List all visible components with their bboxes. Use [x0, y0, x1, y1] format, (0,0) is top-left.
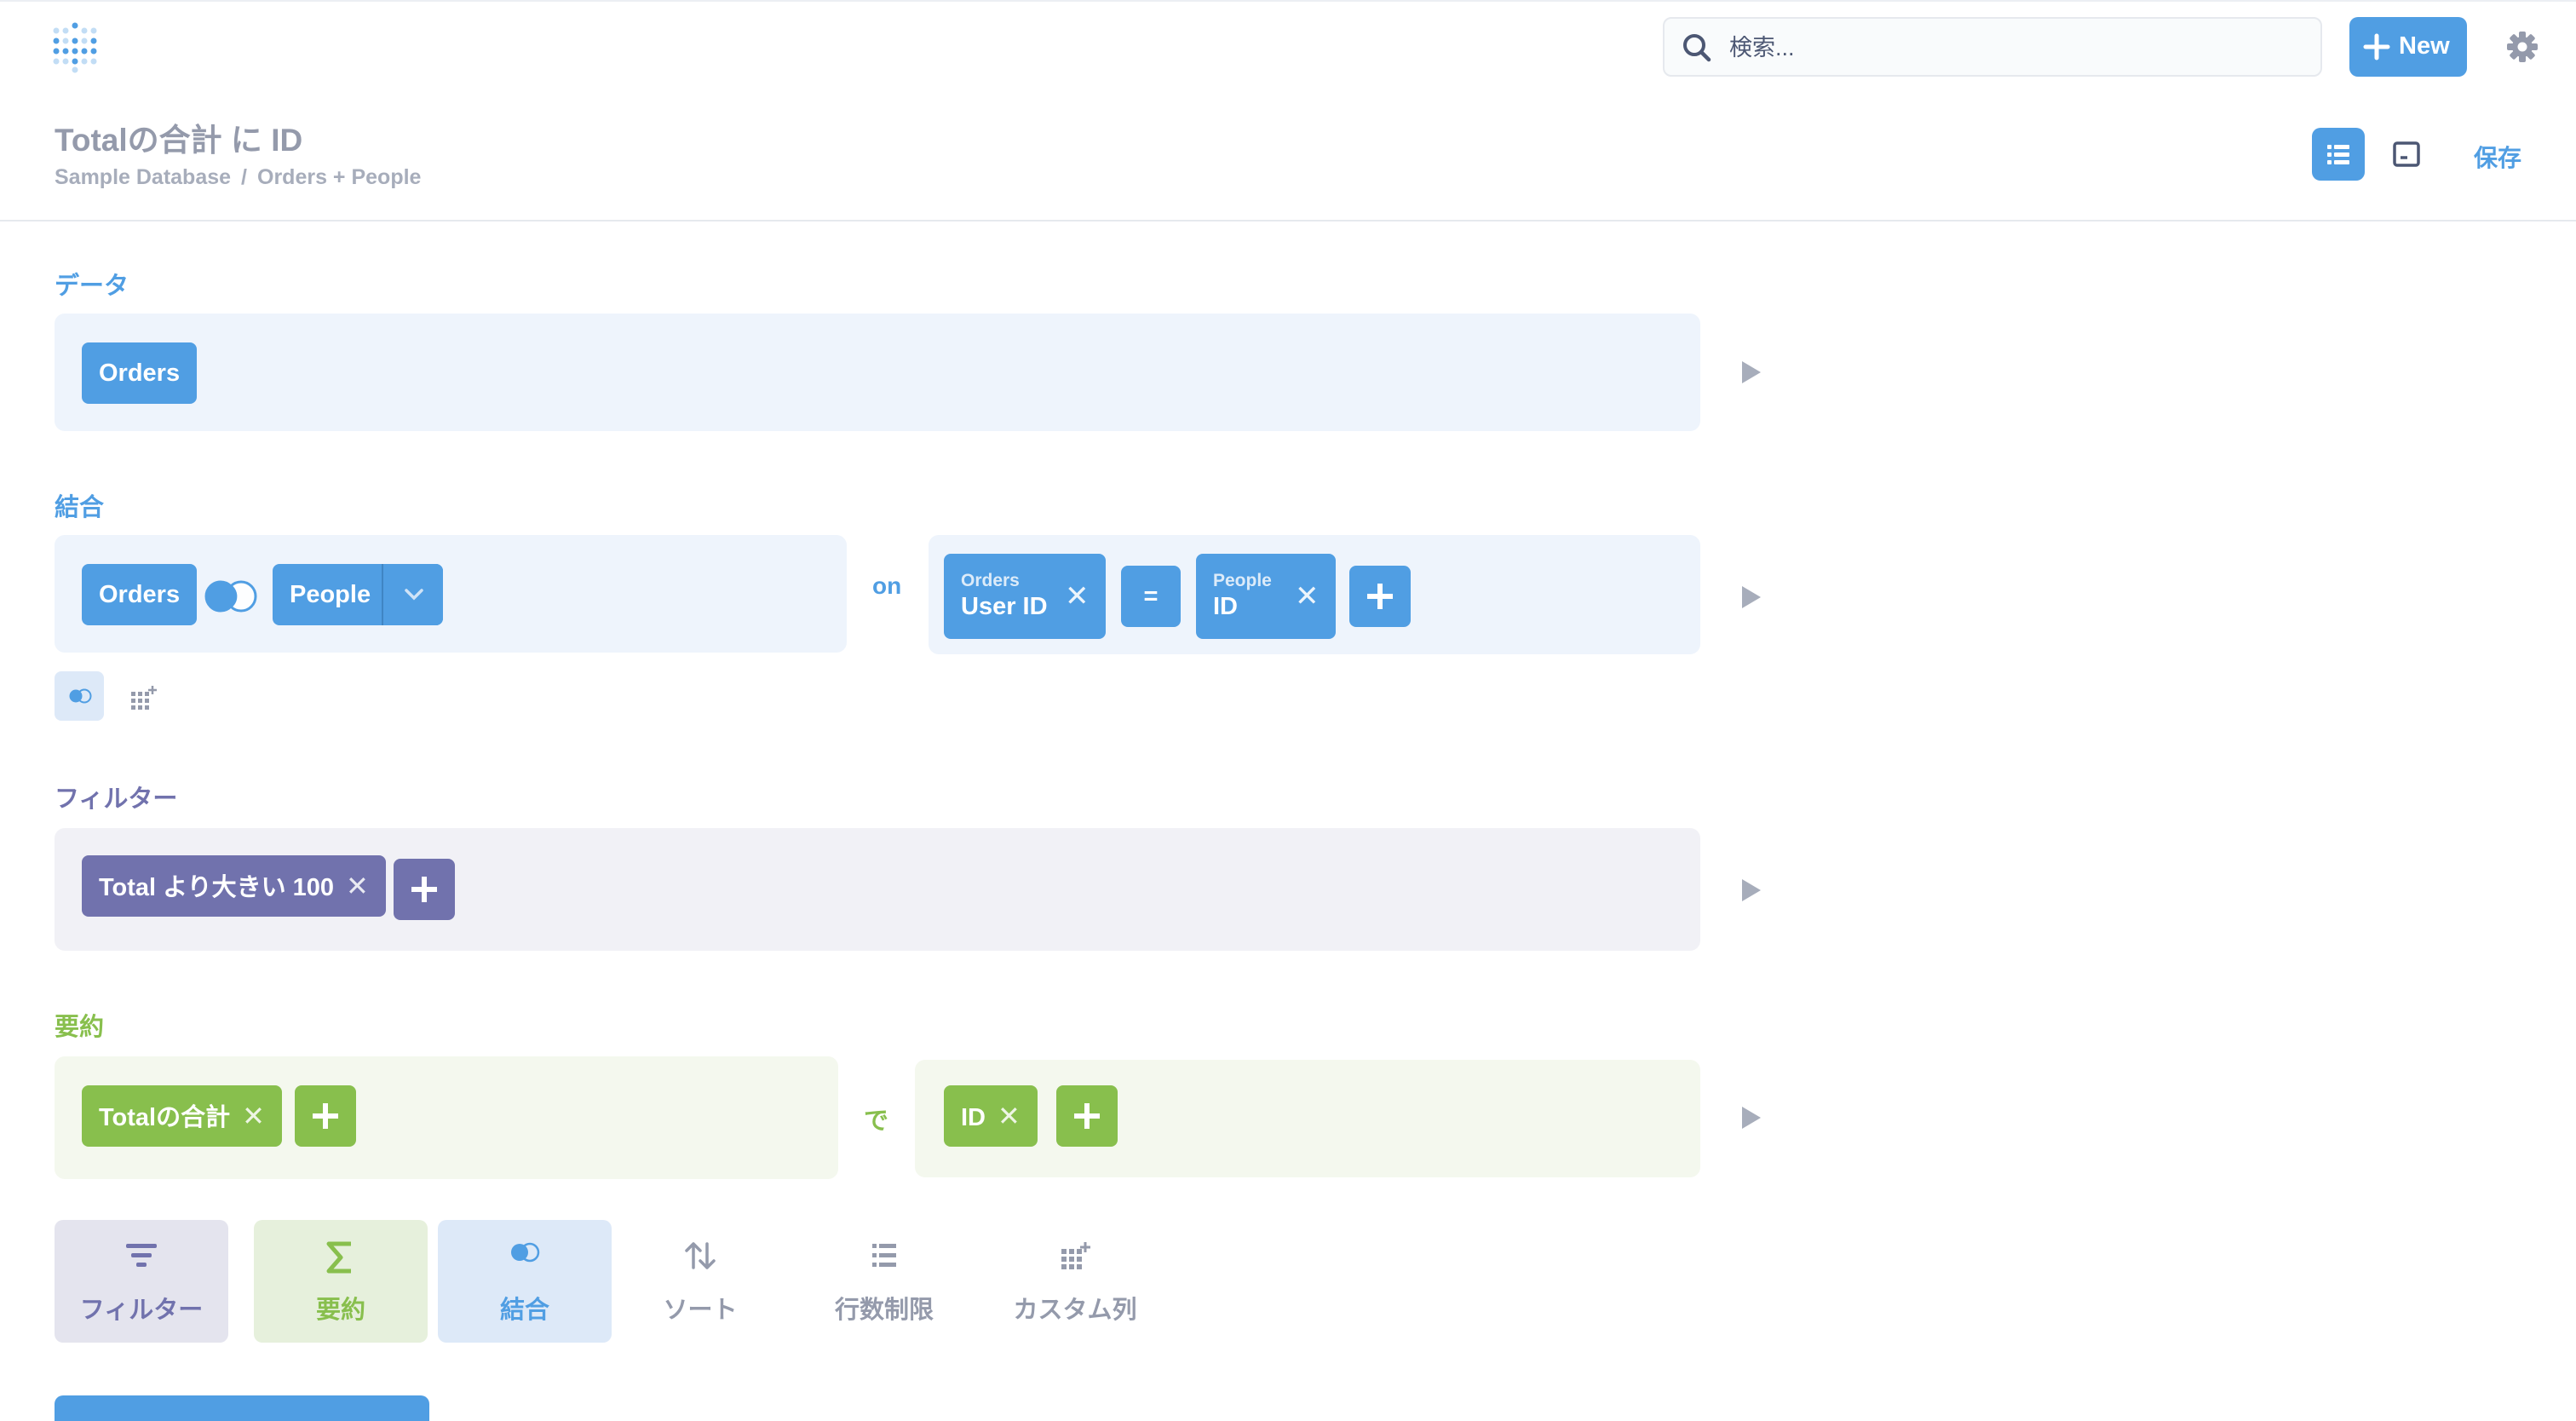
action-custom-column-button[interactable]: カスタム列 — [988, 1220, 1162, 1343]
search-icon — [1683, 34, 1711, 62]
breadcrumb-separator: / — [241, 165, 247, 189]
add-filter-button[interactable] — [394, 859, 455, 920]
action-sort-label: ソート — [663, 1297, 738, 1324]
close-icon[interactable]: ✕ — [1065, 579, 1090, 613]
filter-step-panel: Total より大きい 100 ✕ — [55, 828, 1700, 951]
top-navigation-bar: New — [0, 0, 2576, 90]
chevron-down-icon — [405, 589, 423, 601]
join-condition-panel: Orders User ID ✕ = People ID ✕ — [929, 535, 1700, 654]
plus-icon — [411, 877, 437, 902]
close-icon[interactable]: ✕ — [242, 1085, 265, 1147]
join-icon — [511, 1242, 540, 1263]
filter-pill-label: Total より大きい 100 — [99, 874, 335, 901]
summarize-metrics-panel: Totalの合計 ✕ — [55, 1056, 838, 1179]
join-operator-button[interactable]: = — [1121, 566, 1181, 627]
breadcrumb-table[interactable]: Orders + People — [257, 165, 421, 189]
summarize-breakout-panel: ID ✕ — [915, 1060, 1700, 1177]
close-icon[interactable]: ✕ — [346, 855, 369, 917]
plus-icon — [2363, 33, 2390, 60]
join-right-column-pill[interactable]: People ID ✕ — [1196, 554, 1336, 639]
preview-arrow-icon[interactable] — [1739, 1105, 1763, 1130]
plus-icon — [313, 1103, 338, 1129]
data-section-label: データ — [55, 273, 129, 300]
visualize-button[interactable] — [55, 1395, 429, 1421]
join-left-table-pill[interactable]: Orders — [82, 564, 198, 625]
summarize-section-label: 要約 — [55, 1014, 105, 1041]
close-icon[interactable]: ✕ — [998, 1085, 1021, 1147]
notebook-view-button[interactable] — [2312, 128, 2365, 181]
plus-icon — [1074, 1103, 1100, 1129]
add-breakout-button[interactable] — [1056, 1085, 1118, 1147]
action-custom-column-label: カスタム列 — [1013, 1297, 1137, 1324]
filter-section-label: フィルター — [55, 785, 178, 813]
metric-pill[interactable]: Totalの合計 ✕ — [82, 1085, 282, 1147]
add-metric-button[interactable] — [295, 1085, 356, 1147]
join-right-column-table: People — [1213, 571, 1272, 590]
metric-pill-label: Totalの合計 — [99, 1104, 231, 1131]
action-join-label: 結合 — [499, 1297, 549, 1324]
breakout-pill-label: ID — [961, 1104, 986, 1131]
action-limit-button[interactable]: 行数制限 — [797, 1220, 971, 1343]
filter-pill[interactable]: Total より大きい 100 ✕ — [82, 855, 386, 917]
plus-icon — [1367, 584, 1393, 609]
join-right-table-label: People — [290, 581, 371, 608]
join-section-label: 結合 — [55, 494, 105, 521]
join-left-column-table: Orders — [961, 571, 1020, 590]
custom-column-icon[interactable] — [129, 685, 158, 710]
join-right-column-name: ID — [1213, 593, 1238, 620]
action-join-button[interactable]: 結合 — [438, 1220, 612, 1343]
join-type-icon[interactable] — [203, 579, 259, 613]
question-header: Totalの合計 に ID Sample Database / Orders + P… — [0, 90, 2576, 221]
action-summarize-button[interactable]: 要約 — [254, 1220, 428, 1343]
action-filter-label: フィルター — [79, 1297, 204, 1324]
search-bar[interactable] — [1663, 17, 2322, 77]
sort-icon — [685, 1242, 716, 1269]
action-limit-label: 行数制限 — [834, 1297, 934, 1324]
join-on-label: on — [872, 572, 902, 599]
join-left-column-name: User ID — [961, 593, 1048, 620]
list-icon — [872, 1244, 896, 1267]
sql-view-button[interactable] — [2380, 128, 2433, 181]
filter-icon — [126, 1244, 157, 1267]
add-join-step-button[interactable] — [55, 671, 104, 721]
question-title[interactable]: Totalの合計 に ID — [55, 114, 302, 160]
console-icon — [2393, 141, 2420, 167]
list-icon — [2327, 145, 2349, 164]
action-filter-button[interactable]: フィルター — [55, 1220, 228, 1343]
metabase-logo[interactable] — [51, 20, 99, 73]
summarize-by-label: で — [864, 1107, 889, 1135]
join-tables-panel: Orders People — [55, 535, 847, 653]
data-table-pill[interactable]: Orders — [82, 342, 198, 404]
add-join-condition-button[interactable] — [1349, 566, 1411, 627]
breadcrumb-database[interactable]: Sample Database — [55, 165, 231, 189]
search-input[interactable] — [1729, 29, 2291, 66]
gear-icon[interactable] — [2506, 31, 2539, 63]
join-table-dropdown[interactable] — [382, 564, 443, 625]
action-sort-button[interactable]: ソート — [613, 1220, 787, 1343]
preview-arrow-icon[interactable] — [1739, 584, 1763, 610]
breakout-pill[interactable]: ID ✕ — [944, 1085, 1038, 1147]
join-icon — [69, 688, 92, 704]
breadcrumb: Sample Database / Orders + People — [55, 165, 421, 190]
close-icon[interactable]: ✕ — [1295, 579, 1320, 613]
save-button[interactable]: 保存 — [2474, 140, 2521, 174]
join-left-column-pill[interactable]: Orders User ID ✕ — [944, 554, 1106, 639]
preview-arrow-icon[interactable] — [1739, 360, 1763, 385]
preview-arrow-icon[interactable] — [1739, 877, 1763, 903]
new-button[interactable]: New — [2349, 17, 2467, 77]
custom-column-icon — [1061, 1242, 1090, 1269]
action-summarize-label: 要約 — [315, 1297, 365, 1324]
sigma-icon — [326, 1241, 351, 1274]
new-button-label: New — [2399, 32, 2450, 60]
data-step-panel: Orders — [55, 314, 1700, 431]
